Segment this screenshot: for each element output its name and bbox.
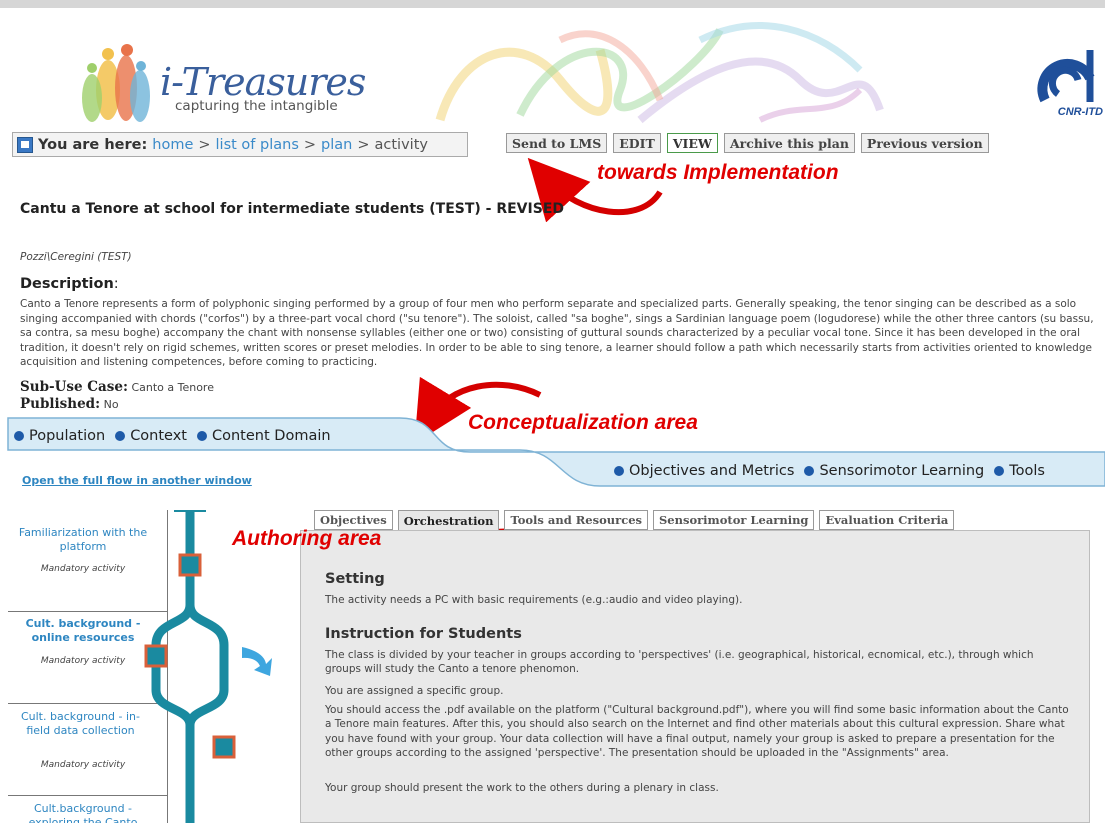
breadcrumb: You are here: home > list of plans > pla… (12, 132, 468, 157)
home-icon[interactable] (17, 136, 33, 153)
concept-item-label: Sensorimotor Learning (819, 463, 985, 479)
bullet-icon (115, 431, 126, 441)
bullet-icon (614, 466, 624, 476)
view-button[interactable]: VIEW (666, 133, 718, 153)
open-full-flow-link[interactable]: Open the full flow in another window (22, 474, 252, 487)
instruction-paragraph: The class is divided by your teacher in … (325, 649, 1034, 676)
setting-heading: Setting (325, 571, 385, 587)
send-to-lms-button[interactable]: Send to LMS (506, 133, 608, 153)
sub-use-case-label: Sub-Use Case: (20, 379, 128, 395)
tab-sensorimotor-learning[interactable]: Sensorimotor Learning (652, 510, 815, 530)
activity-flow-sidebar: Familiarization with the platform Mandat… (8, 510, 281, 823)
top-strip (0, 0, 1105, 8)
concept-item-content-domain[interactable]: Content Domain (197, 428, 331, 444)
breadcrumb-separator: > (303, 136, 317, 153)
published-status: Published: No (20, 396, 119, 412)
annotation-authoring: Authoring area (232, 527, 382, 550)
tab-evaluation-criteria[interactable]: Evaluation Criteria (819, 510, 955, 530)
breadcrumb-separator: > (357, 136, 370, 153)
concept-item-tools[interactable]: Tools (994, 463, 1045, 479)
tab-tools-resources[interactable]: Tools and Resources (504, 510, 648, 530)
description-text: Canto a Tenore represents a form of poly… (20, 298, 1094, 369)
concept-item-label: Content Domain (212, 428, 331, 444)
breadcrumb-plan[interactable]: plan (321, 137, 352, 153)
plan-authors: Pozzi\Ceregini (TEST) (20, 251, 132, 263)
site-banner: i-Treasures capturing the intangible CNR… (0, 10, 1105, 126)
authoring-tabs: Objectives Orchestration Tools and Resou… (314, 510, 955, 531)
concept-item-label: Context (130, 428, 187, 444)
bullet-icon (804, 466, 815, 476)
concept-item-population[interactable]: Population (14, 428, 105, 444)
annotation-implementation: towards Implementation (597, 161, 839, 184)
description-heading: Description: (20, 276, 119, 292)
instruction-paragraph: You should access the .pdf available on … (325, 704, 1069, 760)
logo-subtitle: capturing the intangible (175, 98, 338, 114)
activity-title[interactable]: Cult. background - online resources (13, 617, 153, 645)
instruction-heading: Instruction for Students (325, 626, 522, 642)
tab-orchestration[interactable]: Orchestration (397, 510, 500, 531)
bullet-icon (994, 466, 1005, 476)
plan-title: Cantu a Tenore at school for intermediat… (20, 201, 564, 217)
setting-text: The activity needs a PC with basic requi… (325, 594, 743, 606)
activity-status: Mandatory activity (40, 656, 126, 666)
activity-title[interactable]: Cult. background - in-field data collect… (13, 710, 148, 738)
sub-use-case-value: Canto a Tenore (131, 381, 214, 394)
flow-line-graphic (144, 510, 272, 823)
authoring-content-panel: Setting The activity needs a PC with bas… (300, 530, 1090, 823)
breadcrumb-current: activity (374, 136, 428, 153)
activity-title[interactable]: Familiarization with the platform (13, 526, 153, 554)
breadcrumb-separator: > (198, 136, 211, 153)
description-heading-text: Description (20, 276, 114, 292)
concept-item-label: Objectives and Metrics (629, 463, 795, 479)
instruction-paragraph: You are assigned a specific group. (325, 685, 504, 697)
breadcrumb-list-of-plans[interactable]: list of plans (216, 137, 299, 153)
concept-item-objectives-metrics[interactable]: Objectives and Metrics (614, 463, 794, 479)
edit-button[interactable]: EDIT (613, 133, 661, 153)
annotation-conceptualization: Conceptualization area (468, 411, 698, 434)
concept-item-context[interactable]: Context (115, 428, 187, 444)
bullet-icon (197, 431, 207, 441)
concept-item-sensorimotor[interactable]: Sensorimotor Learning (804, 463, 984, 479)
activity-status: Mandatory activity (40, 564, 126, 574)
breadcrumb-home[interactable]: home (152, 137, 193, 153)
conceptualization-row-1: Population Context Content Domain (14, 428, 341, 444)
description-heading-colon: : (113, 276, 119, 292)
concept-item-label: Population (29, 428, 106, 444)
partner-logo-text: CNR-ITD (1057, 106, 1103, 118)
sub-use-case: Sub-Use Case: Canto a Tenore (20, 379, 214, 395)
archive-plan-button[interactable]: Archive this plan (723, 133, 855, 153)
instruction-paragraph: Your group should present the work to th… (325, 782, 719, 794)
previous-version-button[interactable]: Previous version (860, 133, 989, 153)
conceptualization-row-2: Objectives and Metrics Sensorimotor Lear… (614, 463, 1055, 479)
activity-title[interactable]: Cult.background - exploring the Canto (13, 802, 153, 823)
plan-actions: Send to LMS EDIT VIEW Archive this plan … (506, 133, 989, 153)
concept-item-label: Tools (1009, 463, 1045, 479)
activity-status: Mandatory activity (40, 760, 126, 770)
published-label: Published: (20, 396, 101, 412)
bullet-icon (14, 431, 24, 441)
published-value: No (103, 398, 119, 411)
breadcrumb-label: You are here: (38, 136, 148, 153)
